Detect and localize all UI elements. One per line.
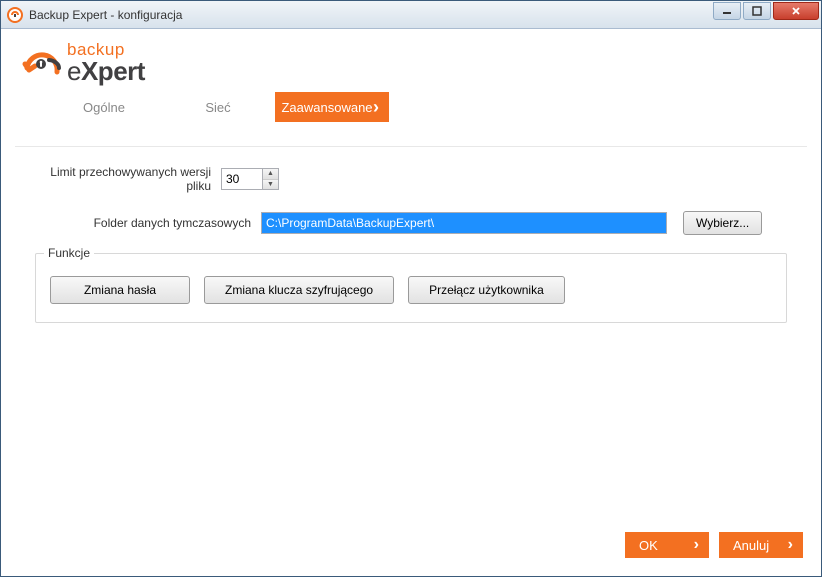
ok-label: OK: [639, 538, 658, 553]
logo-text: backup eXpert: [67, 41, 145, 84]
switch-user-button[interactable]: Przełącz użytkownika: [408, 276, 565, 304]
temp-folder-label: Folder danych tymczasowych: [35, 216, 251, 230]
row-temp-folder: Folder danych tymczasowych Wybierz...: [35, 211, 787, 235]
functions-fieldset: Funkcje Zmiana hasła Zmiana klucza szyfr…: [35, 253, 787, 323]
logo-icon: [21, 42, 63, 84]
cancel-label: Anuluj: [733, 538, 769, 553]
maximize-button[interactable]: [743, 2, 771, 20]
tab-advanced[interactable]: Zaawansowane: [275, 92, 389, 122]
version-limit-label: Limit przechowywanych wersji pliku: [35, 165, 211, 193]
spinner-buttons: ▲ ▼: [263, 168, 279, 190]
ok-button[interactable]: OK ›: [625, 532, 709, 558]
titlebar: Backup Expert - konfiguracja: [1, 1, 821, 29]
version-limit-spinner: ▲ ▼: [221, 168, 279, 190]
browse-button[interactable]: Wybierz...: [683, 211, 762, 235]
window-controls: [711, 2, 819, 20]
temp-folder-input[interactable]: [261, 212, 667, 234]
dialog-footer: OK › Anuluj ›: [15, 528, 807, 562]
app-icon: [7, 7, 23, 23]
tab-panel-advanced: Limit przechowywanych wersji pliku ▲ ▼ F…: [15, 122, 807, 528]
logo-line2: eXpert: [67, 58, 145, 84]
close-button[interactable]: [773, 2, 819, 20]
spinner-up-icon[interactable]: ▲: [263, 169, 278, 180]
window-title: Backup Expert - konfiguracja: [29, 8, 815, 22]
tab-network[interactable]: Sieć: [161, 92, 275, 122]
chevron-right-icon: ›: [788, 536, 793, 554]
functions-legend: Funkcje: [44, 246, 94, 260]
minimize-button[interactable]: [713, 2, 741, 20]
functions-row: Zmiana hasła Zmiana klucza szyfrującego …: [50, 276, 772, 304]
content-area: backup eXpert Ogólne Sieć Zaawansowane L…: [1, 29, 821, 576]
logo: backup eXpert: [21, 41, 807, 84]
cancel-button[interactable]: Anuluj ›: [719, 532, 803, 558]
chevron-right-icon: ›: [694, 536, 699, 554]
row-version-limit: Limit przechowywanych wersji pliku ▲ ▼: [35, 165, 787, 193]
tab-general[interactable]: Ogólne: [47, 92, 161, 122]
version-limit-input[interactable]: [221, 168, 263, 190]
change-password-button[interactable]: Zmiana hasła: [50, 276, 190, 304]
tab-bar: Ogólne Sieć Zaawansowane: [47, 92, 807, 122]
spinner-down-icon[interactable]: ▼: [263, 180, 278, 190]
change-encryption-key-button[interactable]: Zmiana klucza szyfrującego: [204, 276, 394, 304]
app-window: Backup Expert - konfiguracja backup: [0, 0, 822, 577]
